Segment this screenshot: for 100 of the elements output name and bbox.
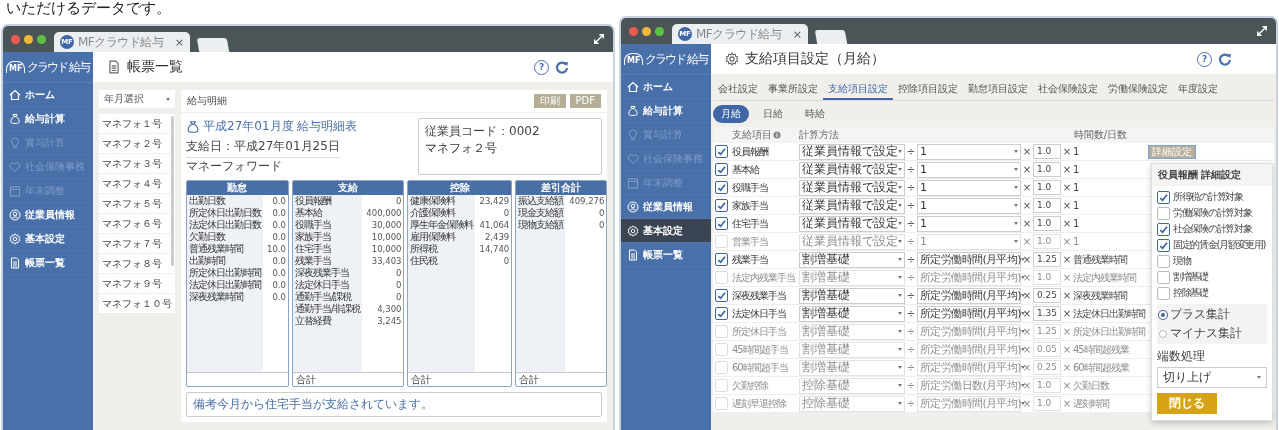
aggregation-radio[interactable]: マイナス集計 (1159, 325, 1242, 342)
settings-tab[interactable]: 労働保険設定 (1103, 80, 1173, 100)
maximize-window-light[interactable] (37, 34, 46, 44)
method-select[interactable]: 割増基礎 (799, 287, 905, 304)
settings-tab[interactable]: 支給項目設定 (823, 80, 893, 100)
method-select[interactable]: 割増基礎 (799, 341, 905, 358)
checkbox[interactable] (1157, 238, 1170, 252)
refresh-icon[interactable] (1218, 52, 1232, 66)
new-tab-button[interactable] (196, 38, 230, 52)
month-select[interactable]: 年月選択 (99, 90, 175, 108)
expand-icon[interactable] (1256, 25, 1268, 37)
factor-field[interactable]: 0.05 (1033, 342, 1061, 357)
checkbox[interactable] (715, 307, 728, 320)
item-value: 0.0 (271, 195, 287, 207)
factor-field[interactable]: 1.0 (1033, 234, 1061, 249)
settings-tab[interactable]: 社会保険設定 (1033, 80, 1103, 100)
pay-type-tab[interactable]: 月給 (713, 105, 749, 123)
factor-field[interactable]: 1.0 (1033, 216, 1061, 231)
minimize-window-light[interactable] (24, 34, 33, 44)
factor-field[interactable]: 1.0 (1033, 270, 1061, 285)
checkbox[interactable] (715, 253, 728, 266)
checkbox[interactable] (715, 181, 728, 194)
method-select[interactable]: 割増基礎 (799, 305, 905, 322)
sidebar-item[interactable]: ホーム (621, 75, 711, 99)
settings-tab[interactable]: 事業所設定 (763, 80, 823, 100)
pay-type-tab[interactable]: 時給 (797, 105, 833, 123)
close-window-light[interactable] (629, 26, 638, 36)
method-select[interactable]: 従業員情報で設定 (799, 215, 905, 232)
settings-tab[interactable]: 控除項目設定 (893, 80, 963, 100)
checkbox[interactable] (1157, 190, 1170, 204)
factor-field[interactable]: 0.25 (1033, 288, 1061, 303)
checkbox[interactable] (715, 145, 728, 158)
method-select[interactable]: 割増基礎 (799, 359, 905, 376)
sidebar-item[interactable]: 給与計算 (621, 99, 711, 123)
factor-field[interactable]: 1.0 (1033, 378, 1061, 393)
factor-field[interactable]: 1.0 (1033, 396, 1061, 411)
method-select[interactable]: 割増基礎 (799, 269, 905, 286)
settings-tab[interactable]: 勤怠項目設定 (963, 80, 1033, 100)
pay-type-tab[interactable]: 日給 (755, 105, 791, 123)
factor-field[interactable]: 1.35 (1033, 306, 1061, 321)
tab-close-button[interactable]: × (174, 35, 184, 49)
operator: × (1022, 236, 1032, 247)
sidebar-item[interactable]: 帳票一覧 (3, 251, 93, 275)
checkbox[interactable] (715, 163, 728, 176)
factor-field[interactable]: 1.0 (1033, 180, 1061, 195)
factor-field[interactable]: 1.0 (1033, 144, 1061, 159)
aggregation-radio[interactable]: プラス集計 (1159, 306, 1230, 323)
employee-item[interactable]: マネフォ９号 (99, 274, 173, 294)
divisor-select[interactable]: 1 (917, 233, 1021, 250)
refresh-icon[interactable] (555, 60, 569, 74)
method-select[interactable]: 割増基礎 (799, 323, 905, 340)
factor-field[interactable]: 1.0 (1033, 198, 1061, 213)
maximize-window-light[interactable] (655, 26, 664, 36)
divisor-select[interactable]: 1 (917, 161, 1021, 178)
sidebar-item[interactable]: 基本設定 (3, 227, 93, 251)
checkbox[interactable] (715, 217, 728, 230)
divisor-select[interactable]: 1 (917, 179, 1021, 196)
minimize-window-light[interactable] (642, 26, 651, 36)
checkbox[interactable] (1157, 270, 1170, 284)
item-label: 住宅手当 (292, 243, 363, 255)
close-window-light[interactable] (11, 34, 20, 44)
method-select[interactable]: 従業員情報で設定 (799, 179, 905, 196)
operator: × (1022, 380, 1032, 391)
expand-icon[interactable] (593, 33, 605, 45)
tab-close-button[interactable]: × (792, 27, 802, 41)
divisor-select[interactable]: 1 (917, 197, 1021, 214)
sidebar-item[interactable]: 帳票一覧 (621, 243, 711, 267)
column-header: 勤怠 (187, 181, 288, 195)
employee-item[interactable]: マネフォ１０号 (99, 294, 173, 314)
checkbox[interactable] (1157, 206, 1170, 220)
method-select[interactable]: 従業員情報で設定 (799, 143, 905, 160)
factor-field[interactable]: 0.25 (1033, 360, 1061, 375)
method-select[interactable]: 控除基礎 (799, 377, 905, 394)
logo-text: クラウド 給与 (27, 58, 90, 76)
divisor-select[interactable]: 1 (917, 215, 1021, 232)
checkbox[interactable] (1157, 222, 1170, 236)
method-select[interactable]: 従業員情報で設定 (799, 233, 905, 250)
method-select[interactable]: 従業員情報で設定 (799, 161, 905, 178)
factor-field[interactable]: 1.25 (1033, 252, 1061, 267)
sidebar-item[interactable]: ホーム (3, 83, 93, 107)
rounding-select[interactable]: 切り上げ (1157, 367, 1267, 388)
new-tab-button[interactable] (814, 30, 848, 44)
method-select[interactable]: 控除基礎 (799, 395, 905, 412)
method-select[interactable]: 割増基礎 (799, 251, 905, 268)
factor-field[interactable]: 1.0 (1033, 162, 1061, 177)
sidebar-item[interactable]: 従業員情報 (3, 203, 93, 227)
method-select[interactable]: 従業員情報で設定 (799, 197, 905, 214)
checkbox[interactable] (1157, 254, 1170, 268)
checkbox[interactable] (715, 289, 728, 302)
settings-tab[interactable]: 会社設定 (713, 80, 763, 100)
checkbox[interactable] (1157, 286, 1170, 300)
divisor-select[interactable]: 1 (917, 143, 1021, 160)
scrollbar[interactable] (171, 116, 174, 266)
factor-field[interactable]: 1.25 (1033, 324, 1061, 339)
settings-tab[interactable]: 年度設定 (1173, 80, 1223, 100)
operator: × (1022, 398, 1032, 409)
item-name: 家族手当 (732, 198, 769, 213)
checkbox[interactable] (715, 199, 728, 212)
sidebar-item[interactable]: 基本設定 (621, 219, 711, 243)
sidebar-item[interactable]: 給与計算 (3, 107, 93, 131)
